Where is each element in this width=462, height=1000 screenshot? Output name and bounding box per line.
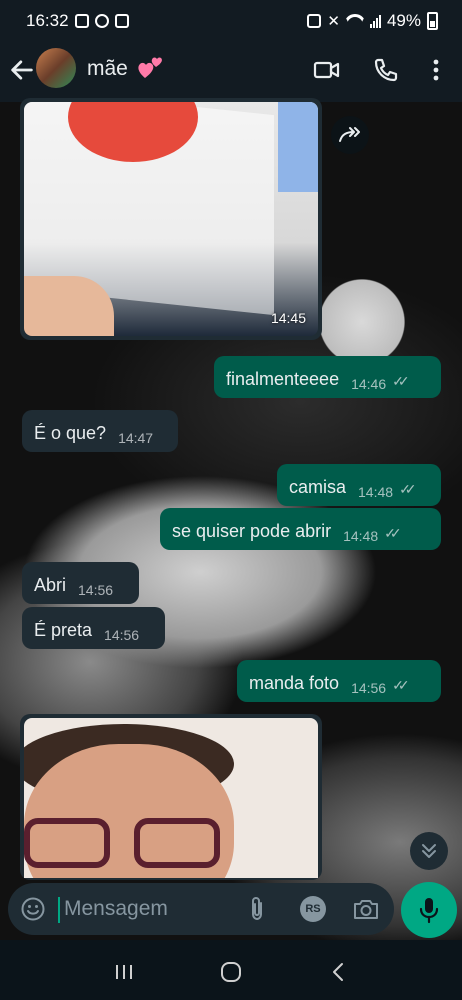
attach-icon[interactable] <box>246 895 268 923</box>
system-navigation-bar <box>0 943 462 1000</box>
scroll-to-bottom-button[interactable] <box>410 832 448 870</box>
timer-icon <box>94 14 109 28</box>
battery-percent: 49% <box>386 11 421 30</box>
two-hearts-icon <box>138 57 162 78</box>
voice-call-icon[interactable] <box>372 56 400 84</box>
message-time: 14:48 <box>343 528 379 544</box>
instagram-icon <box>74 14 89 28</box>
message-text: se quiser pode abrir <box>172 521 332 541</box>
mute-icon: ✕ <box>327 13 340 30</box>
message-text: finalmenteeee <box>226 369 340 389</box>
image-message-2[interactable] <box>20 714 322 880</box>
recent-apps-icon <box>115 964 132 979</box>
image-message-1[interactable]: 14:45 <box>20 98 322 340</box>
video-call-icon[interactable] <box>313 56 341 84</box>
contact-name[interactable]: mãe <box>87 57 128 81</box>
wifi-icon <box>346 14 364 28</box>
message-input[interactable] <box>64 894 244 924</box>
message-bubble-outgoing[interactable]: manda foto 14:56 ✓✓ <box>237 660 441 702</box>
image-selfie[interactable] <box>24 718 318 878</box>
back-button[interactable] <box>323 957 353 987</box>
message-bubble-incoming[interactable]: É preta 14:56 <box>22 607 165 649</box>
more-options-icon[interactable] <box>422 56 450 84</box>
microphone-icon <box>419 898 439 924</box>
read-ticks-icon: ✓✓ <box>399 481 417 497</box>
read-ticks-icon: ✓✓ <box>392 677 410 693</box>
chat-header: mãe <box>0 42 462 102</box>
home-button[interactable] <box>216 957 246 987</box>
text-cursor <box>58 897 60 923</box>
status-time: 16:32 <box>26 11 69 30</box>
recent-apps-button[interactable] <box>109 957 139 987</box>
read-ticks-icon: ✓✓ <box>392 373 410 389</box>
message-time: 14:47 <box>118 430 154 446</box>
forward-button[interactable] <box>331 116 369 154</box>
message-text: manda foto <box>249 673 340 693</box>
lock-icon <box>307 14 322 28</box>
message-bubble-incoming[interactable]: Abri 14:56 <box>22 562 139 604</box>
message-text: É preta <box>34 620 93 640</box>
chevron-left-icon <box>333 962 344 981</box>
message-time: 14:56 <box>351 680 387 696</box>
image-shopping-bag[interactable]: 14:45 <box>24 102 318 336</box>
message-bubble-outgoing[interactable]: se quiser pode abrir 14:48 ✓✓ <box>160 508 441 550</box>
emoji-icon[interactable] <box>20 896 46 922</box>
message-time: 14:56 <box>78 582 114 598</box>
contact-avatar[interactable] <box>36 48 76 88</box>
battery-icon <box>427 12 438 30</box>
home-icon <box>220 961 241 982</box>
double-chevron-down-icon <box>422 844 436 858</box>
message-time: 14:48 <box>358 484 394 500</box>
gallery-icon <box>114 14 129 28</box>
message-text: É o que? <box>34 423 107 443</box>
message-text: Abri <box>34 575 67 595</box>
message-bubble-outgoing[interactable]: finalmenteeee 14:46 ✓✓ <box>214 356 441 398</box>
payment-button[interactable]: RS <box>300 896 326 922</box>
message-composer: RS <box>8 883 394 935</box>
signal-icon <box>369 14 381 28</box>
message-bubble-incoming[interactable]: É o que? 14:47 <box>22 410 178 452</box>
back-arrow-icon[interactable] <box>8 56 36 84</box>
message-time: 14:46 <box>351 376 387 392</box>
message-bubble-outgoing[interactable]: camisa 14:48 ✓✓ <box>277 464 441 506</box>
voice-message-button[interactable] <box>401 882 457 938</box>
forward-icon <box>339 127 360 142</box>
read-ticks-icon: ✓✓ <box>384 525 402 541</box>
message-time: 14:56 <box>104 627 140 643</box>
message-text: camisa <box>289 477 347 497</box>
camera-icon[interactable] <box>352 896 380 922</box>
status-bar: 16:32 ✕ 49% <box>0 0 462 42</box>
message-time: 14:45 <box>270 310 306 326</box>
